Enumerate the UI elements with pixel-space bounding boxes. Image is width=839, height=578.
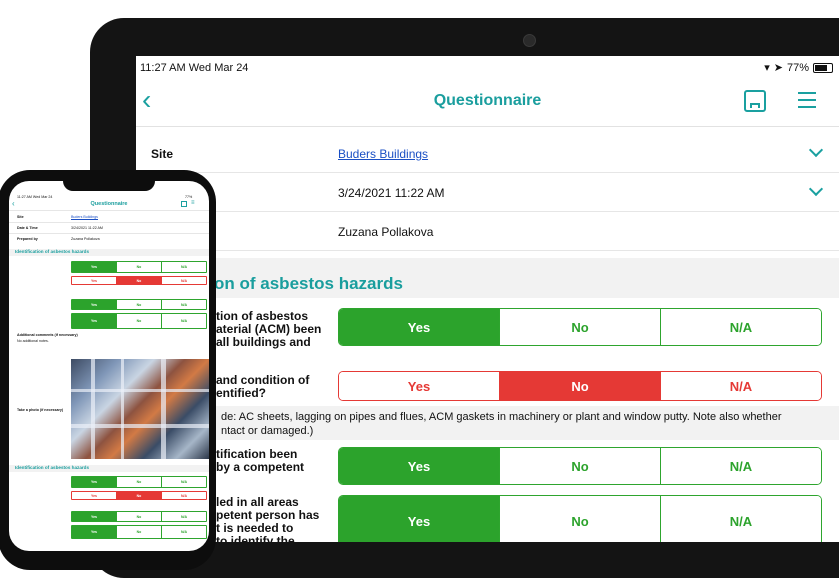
chevron-down-icon[interactable] <box>808 181 824 197</box>
date-value: 3/24/2021 11:22 AM <box>338 186 445 200</box>
question-text: led in all areas petent person has t is … <box>216 495 320 543</box>
phone-answer-control: Yes No N/A <box>71 313 207 329</box>
site-link[interactable]: Buders Buildings <box>71 215 98 220</box>
answer-yes[interactable]: Yes <box>339 496 499 542</box>
site-label: Site <box>151 147 174 161</box>
phone-battery: 77% <box>185 195 193 199</box>
phone-section-title: Identification of asbestos hazards <box>9 249 209 256</box>
site-row[interactable]: Site Buders Buildings <box>141 134 839 173</box>
question-text: tion of asbestos aterial (ACM) been all … <box>216 309 322 349</box>
prepared-by-value: Zuzana Pollakova <box>338 225 434 239</box>
phone-section-title: Identification of asbestos hazards <box>9 465 209 472</box>
location-icon: ➤ <box>773 62 783 74</box>
save-icon[interactable] <box>181 201 187 207</box>
save-icon[interactable] <box>744 90 766 112</box>
nav-bar: ‹ Questionnaire <box>136 78 839 127</box>
phone-notch <box>63 175 155 191</box>
prepared-by-value: Zuzana Pollakova <box>71 237 100 241</box>
question-text: tification been by a competent <box>216 447 305 474</box>
phone-answer-control: Yes No N/A <box>71 299 207 310</box>
additional-comments-label: Additional comments (if necessary) <box>17 333 78 337</box>
wifi-icon: ▾ <box>764 62 770 74</box>
page-title: Questionnaire <box>433 92 542 109</box>
phone-answer-control: Yes No N/A <box>71 491 207 500</box>
guidance-note: de: AC sheets, lagging on pipes and flue… <box>141 406 839 440</box>
phone-answer-control: Yes No N/A <box>71 276 207 285</box>
no-notes-text: No additional notes. <box>17 339 49 343</box>
date-value: 3/24/2021 11:22 AM <box>71 226 103 230</box>
phone-answer-control: Yes No N/A <box>71 261 207 273</box>
tablet-camera <box>523 34 536 47</box>
photo-label: Take a photo (if necessary) <box>17 408 64 412</box>
status-time: 11:27 AM Wed Mar 24 <box>140 62 249 74</box>
phone-answer-control: Yes No N/A <box>71 511 207 522</box>
phone-screen: 11:27 AM Wed Mar 24 77% ‹ Questionnaire … <box>9 181 209 551</box>
answer-na[interactable]: N/A <box>660 309 821 345</box>
answer-segmented-control: Yes No N/A <box>338 447 822 485</box>
answer-segmented-control: Yes No N/A <box>338 308 822 346</box>
hamburger-menu-icon[interactable]: ≡ <box>191 200 195 206</box>
answer-no[interactable]: No <box>499 448 660 484</box>
date-row[interactable]: 3/24/2021 11:22 AM <box>141 173 839 212</box>
answer-no[interactable]: No <box>499 372 660 400</box>
site-link[interactable]: Buders Buildings <box>338 147 428 161</box>
plant-photo <box>71 359 209 459</box>
answer-na[interactable]: N/A <box>660 448 821 484</box>
date-label: Date & Time <box>17 226 38 230</box>
answer-yes[interactable]: Yes <box>339 448 499 484</box>
answer-no[interactable]: No <box>499 496 660 542</box>
phone-answer-control: Yes No N/A <box>71 525 207 539</box>
tablet-screen: 11:27 AM Wed Mar 24 ▾ ➤ 77% ‹ Questionna… <box>136 56 839 542</box>
prepared-by-label: Prepared by <box>17 237 38 241</box>
phone-title: Questionnaire <box>90 201 128 207</box>
prepared-by-row: Zuzana Pollakova <box>141 212 839 251</box>
site-label: Site <box>17 215 24 219</box>
answer-na[interactable]: N/A <box>660 372 821 400</box>
answer-no[interactable]: No <box>499 309 660 345</box>
answer-segmented-control: Yes No N/A <box>338 495 822 542</box>
question-text: and condition of entified? <box>216 373 310 400</box>
status-bar: 11:27 AM Wed Mar 24 ▾ ➤ 77% <box>136 56 839 78</box>
answer-na[interactable]: N/A <box>660 496 821 542</box>
answer-yes[interactable]: Yes <box>339 309 499 345</box>
phone-status-time: 11:27 AM Wed Mar 24 <box>17 195 53 199</box>
battery-icon <box>813 62 833 73</box>
hamburger-menu-icon[interactable] <box>798 92 816 113</box>
battery-percent: 77% <box>786 61 809 74</box>
answer-segmented-control: Yes No N/A <box>338 371 822 401</box>
chevron-down-icon[interactable] <box>808 142 824 158</box>
phone-answer-control: Yes No N/A <box>71 476 207 488</box>
answer-yes[interactable]: Yes <box>339 372 499 400</box>
